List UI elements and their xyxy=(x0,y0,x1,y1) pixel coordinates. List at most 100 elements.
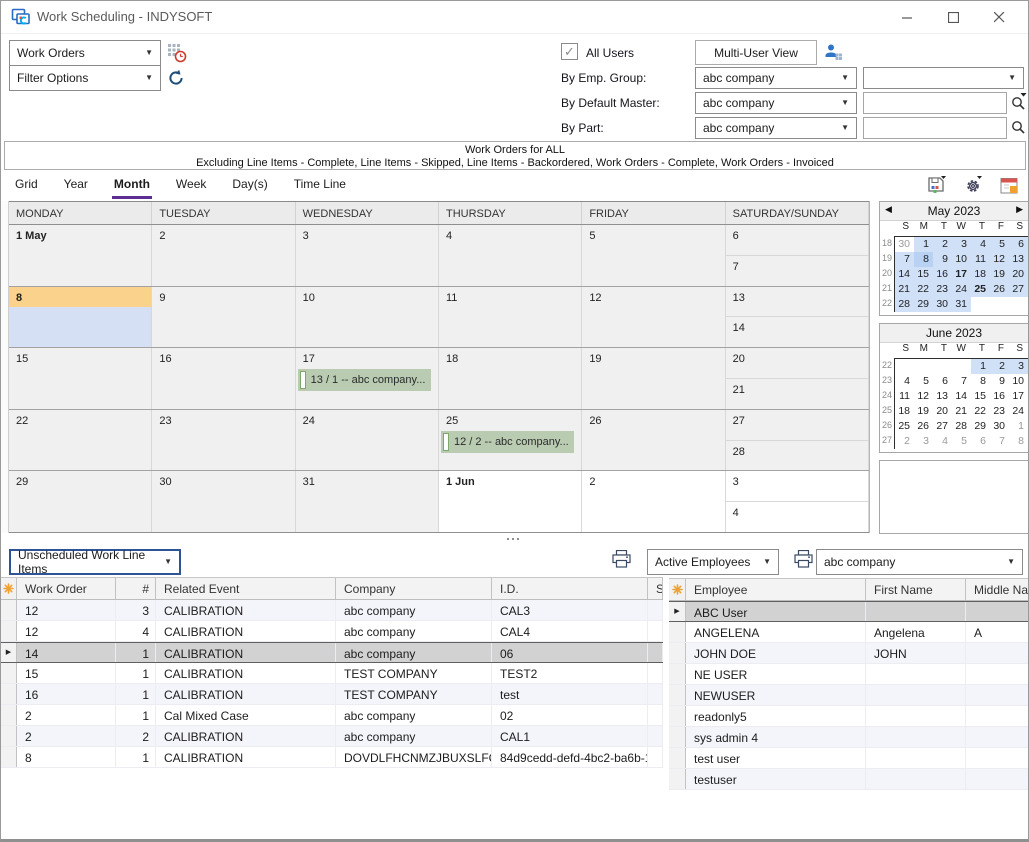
mini-day[interactable]: 2 xyxy=(895,434,914,449)
mini-day[interactable]: 10 xyxy=(952,252,971,267)
table-row[interactable]: sys admin 4 xyxy=(669,727,1029,748)
mini-day[interactable]: 12 xyxy=(914,389,933,404)
table-row[interactable]: NEWUSER xyxy=(669,685,1029,706)
emp-group-company-dropdown[interactable]: abc company ▼ xyxy=(695,67,857,89)
calendar-event[interactable]: 12 / 2 -- abc company... xyxy=(441,431,574,453)
mini-day[interactable]: 17 xyxy=(952,267,971,282)
calendar-day-cell[interactable]: 10 xyxy=(296,287,439,348)
table-row[interactable]: ▶141CALIBRATIONabc company06 xyxy=(1,642,663,663)
tab-grid[interactable]: Grid xyxy=(13,171,40,199)
mini-day[interactable]: 9 xyxy=(933,252,952,267)
employee-company-filter-dropdown[interactable]: abc company ▼ xyxy=(816,549,1023,575)
mini-day[interactable]: 1 xyxy=(914,237,933,252)
mini-day[interactable]: 20 xyxy=(1009,267,1028,282)
calendar-day-cell[interactable]: 1713 / 1 -- abc company... xyxy=(296,348,439,409)
calendar-day-cell[interactable]: 23 xyxy=(152,410,295,471)
mini-day[interactable]: 16 xyxy=(933,267,952,282)
mini-day[interactable]: 20 xyxy=(933,404,952,419)
calendar-day-cell[interactable]: 1 Jun xyxy=(439,471,582,532)
mini-day[interactable]: 19 xyxy=(990,267,1009,282)
grid-column-header-[interactable]: # xyxy=(116,578,156,599)
table-row[interactable]: JOHN DOEJOHN xyxy=(669,643,1029,664)
mini-day[interactable]: 6 xyxy=(971,434,990,449)
mini-day[interactable]: 18 xyxy=(971,267,990,282)
table-row[interactable]: test user xyxy=(669,748,1029,769)
grid-column-header-s[interactable]: S xyxy=(648,578,663,599)
mini-day[interactable]: 8 xyxy=(1009,434,1028,449)
mini-day[interactable]: 7 xyxy=(952,374,971,389)
mini-day[interactable]: 21 xyxy=(895,282,914,297)
mini-day[interactable]: 8 xyxy=(971,374,990,389)
calendar-day-cell[interactable]: 2 xyxy=(152,225,295,286)
calendar-day-cell[interactable]: 29 xyxy=(9,471,152,532)
prev-month-icon[interactable]: ◀ xyxy=(885,205,892,214)
mini-day[interactable]: 4 xyxy=(933,434,952,449)
calendar-day-cell[interactable]: 22 xyxy=(9,410,152,471)
table-row[interactable]: 151CALIBRATIONTEST COMPANYTEST2 xyxy=(1,663,663,684)
table-row[interactable]: 124CALIBRATIONabc companyCAL4 xyxy=(1,621,663,642)
weekend-top-half[interactable]: 6 xyxy=(726,225,868,256)
mini-day[interactable]: 14 xyxy=(952,389,971,404)
mini-day[interactable]: 1 xyxy=(971,359,990,374)
tab-week[interactable]: Week xyxy=(174,171,208,199)
table-row[interactable]: 161CALIBRATIONTEST COMPANYtest xyxy=(1,684,663,705)
calendar-day-cell[interactable]: 3 xyxy=(296,225,439,286)
calendar-day-cell[interactable]: 4 xyxy=(439,225,582,286)
weekend-top-half[interactable]: 13 xyxy=(726,287,868,318)
weekend-bottom-half[interactable]: 4 xyxy=(726,502,868,532)
calendar-day-cell[interactable]: 5 xyxy=(582,225,725,286)
default-master-company-dropdown[interactable]: abc company ▼ xyxy=(695,92,857,114)
all-users-checkbox[interactable]: ✓ xyxy=(561,43,578,60)
calendar-weekend-cell[interactable]: 34 xyxy=(726,471,869,532)
mini-day[interactable]: 27 xyxy=(1009,282,1028,297)
mini-day[interactable]: 31 xyxy=(952,297,971,312)
tab-year[interactable]: Year xyxy=(62,171,90,199)
calendar-event[interactable]: 13 / 1 -- abc company... xyxy=(298,369,431,391)
calendar-day-cell[interactable]: 1 May xyxy=(9,225,152,286)
print-work-items-icon[interactable] xyxy=(612,550,631,568)
mini-day[interactable]: 30 xyxy=(933,297,952,312)
grid-column-header-related-event[interactable]: Related Event xyxy=(156,578,336,599)
mini-day[interactable]: 13 xyxy=(933,389,952,404)
calendar-options-icon[interactable] xyxy=(998,174,1020,196)
calendar-day-cell[interactable]: 2 xyxy=(582,471,725,532)
table-row[interactable]: ▶ABC User xyxy=(669,601,1029,622)
grid-column-header-first-name[interactable]: First Name xyxy=(866,579,966,600)
calendar-weekend-cell[interactable]: 2728 xyxy=(726,410,869,471)
calendar-day-cell[interactable]: 11 xyxy=(439,287,582,348)
emp-group-value-dropdown[interactable]: ▼ xyxy=(863,67,1024,89)
mini-day[interactable]: 19 xyxy=(914,404,933,419)
mini-day[interactable]: 14 xyxy=(895,267,914,282)
mini-day[interactable]: 11 xyxy=(971,252,990,267)
mini-day[interactable]: 26 xyxy=(990,282,1009,297)
weekend-bottom-half[interactable]: 7 xyxy=(726,256,868,286)
mini-day[interactable]: 27 xyxy=(933,419,952,434)
grid-column-header-work-order[interactable]: Work Order xyxy=(17,578,116,599)
calendar-day-cell[interactable]: 9 xyxy=(152,287,295,348)
mini-day[interactable]: 4 xyxy=(895,374,914,389)
mini-day[interactable]: 13 xyxy=(1009,252,1028,267)
search-icon[interactable] xyxy=(1010,118,1027,136)
close-button[interactable] xyxy=(976,1,1022,33)
mini-day[interactable]: 15 xyxy=(971,389,990,404)
mini-day[interactable]: 7 xyxy=(895,252,914,267)
mini-day[interactable]: 1 xyxy=(1009,419,1028,434)
mini-day[interactable]: 6 xyxy=(1009,237,1028,252)
mini-day[interactable]: 2 xyxy=(990,359,1009,374)
mini-day[interactable]: 28 xyxy=(952,419,971,434)
grid-column-header-i-d[interactable]: I.D. xyxy=(492,578,648,599)
next-month-icon[interactable]: ▶ xyxy=(1016,205,1023,214)
active-employees-dropdown[interactable]: Active Employees ▼ xyxy=(647,549,779,575)
mini-day[interactable]: 4 xyxy=(971,237,990,252)
minimize-button[interactable] xyxy=(884,1,930,33)
mini-day[interactable]: 5 xyxy=(990,237,1009,252)
mini-day[interactable]: 28 xyxy=(895,297,914,312)
calendar-day-cell[interactable]: 30 xyxy=(152,471,295,532)
weekend-bottom-half[interactable]: 14 xyxy=(726,317,868,347)
grid-column-header-company[interactable]: Company xyxy=(336,578,492,599)
tab-time-line[interactable]: Time Line xyxy=(292,171,348,199)
part-company-dropdown[interactable]: abc company ▼ xyxy=(695,117,857,139)
save-layout-icon[interactable] xyxy=(926,174,948,196)
tab-month[interactable]: Month xyxy=(112,171,152,199)
mini-day[interactable]: 26 xyxy=(914,419,933,434)
